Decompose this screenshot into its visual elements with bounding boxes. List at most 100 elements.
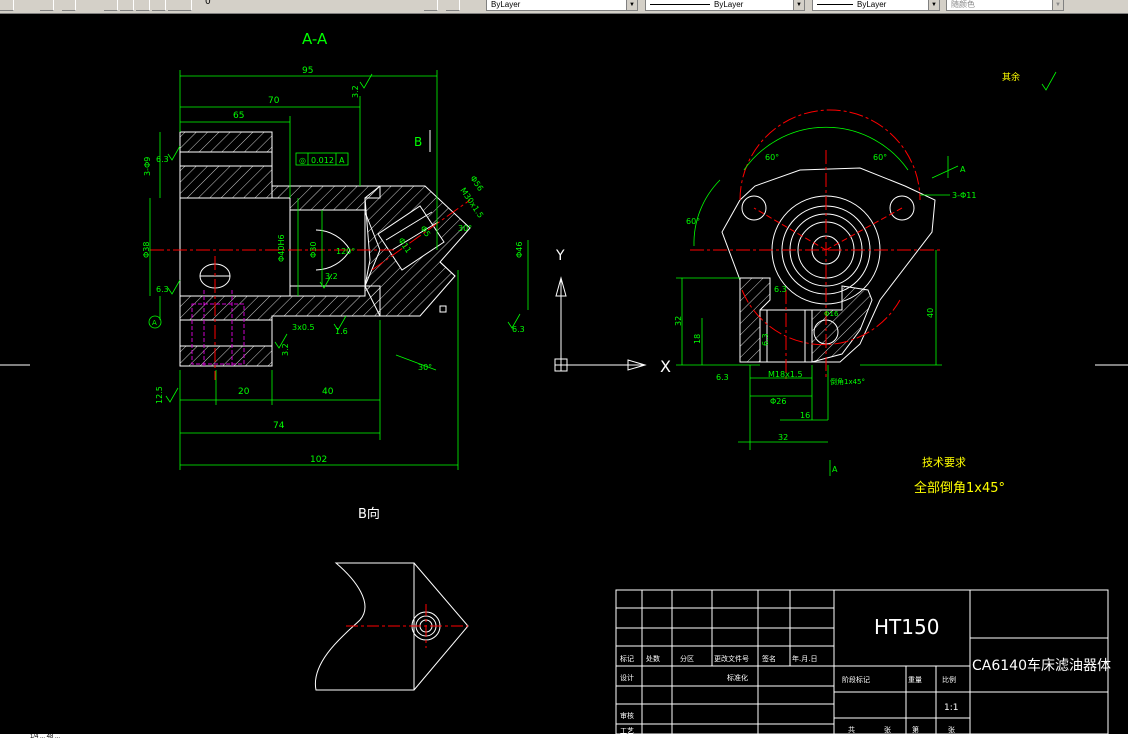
tech-req-title: 技术要求 xyxy=(922,456,966,469)
axis-x-label: X xyxy=(660,357,671,376)
dim-32-right: 32 xyxy=(674,316,683,326)
roughness-6.3b: 6.3 xyxy=(156,285,169,294)
layer-color-icon[interactable] xyxy=(168,0,192,11)
hole-phi56: Φ56 xyxy=(468,174,485,193)
tb-total: 共 xyxy=(848,725,855,734)
hole-3phi9: 3-Φ9 xyxy=(143,157,152,176)
dim-3x05: 3x0.5 xyxy=(292,323,315,332)
dim-phi16: Φ16 xyxy=(824,310,839,318)
roughness-rest-label: 其余 xyxy=(1002,71,1020,83)
match-prop-icon[interactable] xyxy=(424,0,438,11)
tb-standardize: 标准化 xyxy=(727,673,748,682)
part-name: CA6140车床滤油器体 xyxy=(972,657,1111,674)
view-b-label: B向 xyxy=(358,506,380,522)
tb-sign: 签名 xyxy=(762,654,776,663)
chevron-down-icon[interactable]: ▼ xyxy=(626,0,637,10)
section-mark-a-top: A xyxy=(960,165,966,174)
roughness-6.3c: 6.3 xyxy=(512,325,525,334)
dim-40-right: 40 xyxy=(926,308,935,318)
hole-phi30: Φ30 xyxy=(309,242,318,258)
tb-change: 更改文件号 xyxy=(714,654,749,663)
tb-zone: 分区 xyxy=(680,654,694,663)
sun-icon[interactable] xyxy=(136,0,150,11)
roughness-6.3f: 6.3 xyxy=(774,285,787,294)
roughness-3.2c: 3.2 xyxy=(325,272,338,281)
roughness-6.3e: 6.3 xyxy=(761,333,770,346)
axis-y-label: Y xyxy=(555,248,565,264)
angle-60-left: 60° xyxy=(765,153,779,162)
drawing-canvas[interactable]: A-A 95 70 65 20 40 74 102 30° 120° 3x0.5… xyxy=(0,14,1128,734)
tolerance-datum: A xyxy=(339,156,345,165)
layer-manager-icon[interactable] xyxy=(40,0,54,11)
dim-74: 74 xyxy=(273,421,285,431)
material-label: HT150 xyxy=(874,615,939,639)
bulb-icon[interactable] xyxy=(120,0,134,11)
dim-30deg: 30° xyxy=(418,363,432,372)
tech-req-body: 全部倒角1x45° xyxy=(914,480,1005,496)
hole-phi40h6: Φ40H6 xyxy=(277,234,286,262)
tb-date: 年.月.日 xyxy=(792,654,817,663)
dim-102: 102 xyxy=(310,455,327,465)
section-a-a-view: A-A 95 70 65 20 40 74 102 30° 120° 3x0.5… xyxy=(142,30,529,470)
tb-audit: 审核 xyxy=(620,711,634,720)
roughness-6.3a: 6.3 xyxy=(156,155,169,164)
tb-no: 第 xyxy=(912,725,919,734)
hole-m30x15: M30x1.5 xyxy=(458,186,485,220)
dim-65: 65 xyxy=(233,111,244,121)
thread-m18: M18x1.5 xyxy=(768,370,803,379)
tb-count: 处数 xyxy=(646,654,660,663)
dim-40: 40 xyxy=(322,387,334,397)
tb-ratio: 比例 xyxy=(942,675,956,684)
make-current-icon[interactable] xyxy=(62,0,76,11)
tb-sheet2: 张 xyxy=(948,725,955,734)
ucs-icon: Y X xyxy=(554,248,671,376)
tb-weight: 重量 xyxy=(908,676,922,684)
linetype-control[interactable]: ByLayer ▼ xyxy=(645,0,805,11)
tb-stage: 阶段标记 xyxy=(842,675,870,684)
roughness-3.2a: 3.2 xyxy=(351,85,360,98)
roughness-1.6: 1.6 xyxy=(335,327,348,336)
chevron-down-icon[interactable]: ▼ xyxy=(928,0,939,10)
tolerance-value: 0.012 xyxy=(311,156,334,165)
hole-phi46: Φ46 xyxy=(515,242,524,258)
section-mark-b: B xyxy=(414,135,422,149)
front-view: 60° 60° 60° 3-Φ11 32 18 40 M18x1.5 Φ26 1… xyxy=(674,71,1057,496)
chevron-down-icon[interactable]: ▼ xyxy=(793,0,804,10)
layer-previous-icon[interactable] xyxy=(446,0,460,11)
dim-phi26: Φ26 xyxy=(770,397,786,406)
chevron-down-icon[interactable]: ▼ xyxy=(1052,0,1063,10)
concentricity-icon: ◎ xyxy=(299,156,306,165)
tb-mark: 标记 xyxy=(620,654,634,663)
plotstyle-control[interactable]: 随颜色 ▼ xyxy=(946,0,1064,11)
lock-icon[interactable] xyxy=(152,0,166,11)
layer-state-icon[interactable] xyxy=(104,0,118,11)
dim-16-right: 16 xyxy=(800,411,810,420)
layer-name: 0 xyxy=(205,0,211,7)
view-b: B向 xyxy=(315,506,469,691)
coordinate-readout: 1/4 ... 48 ... xyxy=(30,734,61,740)
status-bar: 1/4 ... 48 ... xyxy=(0,734,1128,741)
roughness-12.5: 12.5 xyxy=(155,386,164,404)
lineweight-control[interactable]: ByLayer ▼ xyxy=(812,0,940,11)
dim-120deg: 120° xyxy=(336,247,355,256)
angle-60-side: 60° xyxy=(686,217,700,226)
angle-60-right: 60° xyxy=(873,153,887,162)
layer-properties-button[interactable] xyxy=(0,0,14,11)
dim-95: 95 xyxy=(302,66,313,76)
roughness-6.3d: 6.3 xyxy=(716,373,729,382)
tb-process: 工艺 xyxy=(620,727,634,734)
dim-70: 70 xyxy=(268,96,280,106)
hole-3phi11: 3-Φ11 xyxy=(952,191,976,200)
hole-phi38: Φ38 xyxy=(142,242,151,258)
section-title: A-A xyxy=(302,30,328,48)
scale-value: 1:1 xyxy=(944,703,958,713)
roughness-3.2b: 3.2 xyxy=(281,343,290,356)
dim-20: 20 xyxy=(238,387,250,397)
dim-30deg-b: 30° xyxy=(458,224,472,233)
color-control[interactable]: ByLayer ▼ xyxy=(486,0,638,11)
properties-toolbar: 0 ByLayer ▼ ByLayer ▼ ByLayer ▼ 随颜色 ▼ xyxy=(0,0,1128,14)
title-block-text: HT150 CA6140车床滤油器体 1:1 标记 处数 分区 更改文件号 签名… xyxy=(620,615,1111,734)
datum-a-left: A xyxy=(152,319,157,327)
tb-sheet1: 张 xyxy=(884,725,891,734)
section-mark-a-bottom: A xyxy=(832,465,838,474)
